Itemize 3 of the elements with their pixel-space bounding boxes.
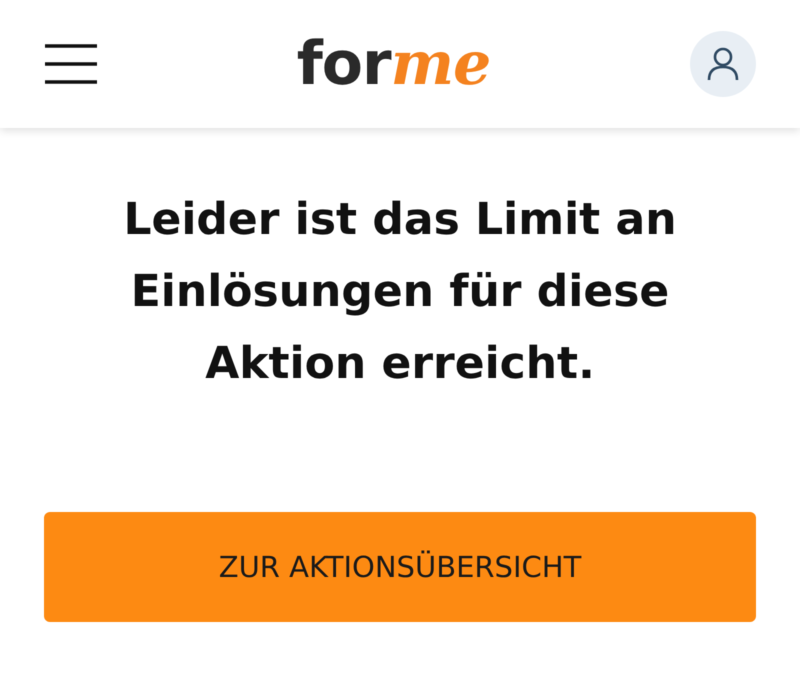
logo[interactable]: forme <box>296 34 490 94</box>
message-heading: Leider ist das Limit an Einlösungen für diese Aktion erreicht. <box>122 193 678 391</box>
overview-button[interactable]: ZUR AKTIONSÜBERSICHT <box>44 512 756 622</box>
